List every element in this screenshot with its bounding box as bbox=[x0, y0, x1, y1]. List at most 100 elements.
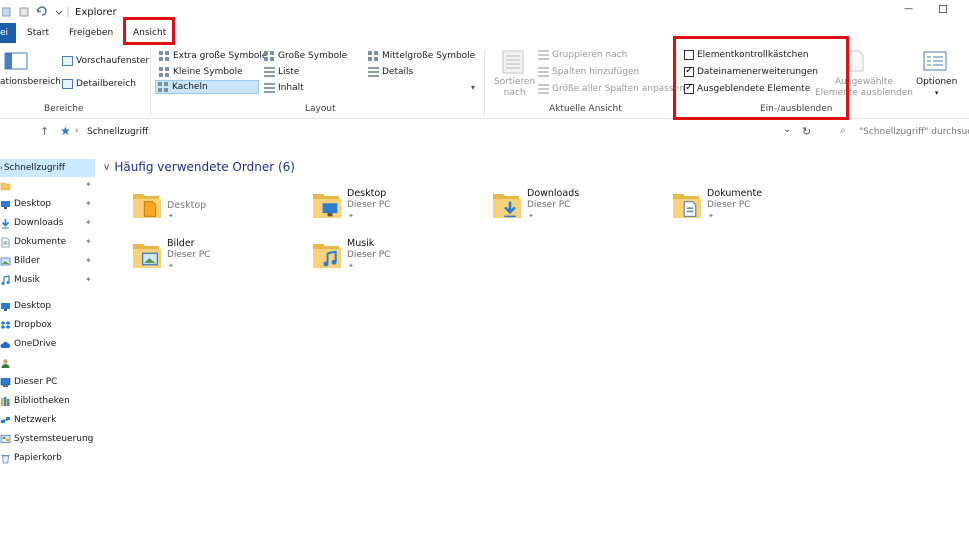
size-columns-icon bbox=[538, 84, 549, 94]
pin-icon: ✦ bbox=[85, 256, 92, 265]
layout-small-icons[interactable]: Kleine Symbole bbox=[159, 67, 243, 77]
folder-name: Downloads bbox=[527, 188, 580, 199]
layout-large-icons[interactable]: Große Symbole bbox=[264, 51, 347, 61]
nav-item-label: Downloads bbox=[14, 218, 64, 228]
content-icon bbox=[264, 83, 275, 93]
nav-item-quick-3[interactable]: Dokumente bbox=[0, 234, 66, 250]
desktop-icon bbox=[321, 200, 339, 218]
folder-location: Desktop bbox=[167, 200, 207, 211]
nav-item-root-3[interactable] bbox=[0, 355, 14, 371]
maximize-icon: ☐ bbox=[938, 3, 948, 16]
nav-item-root-2[interactable]: OneDrive bbox=[0, 336, 56, 352]
highlight-box-view-tab bbox=[123, 17, 175, 45]
folder-location: Dieser PC bbox=[527, 200, 571, 210]
layout-tiles[interactable]: Kacheln bbox=[155, 80, 259, 94]
nav-item-root-8[interactable]: Papierkorb bbox=[0, 450, 62, 466]
folder-tile[interactable]: Bilder Dieser PC ✦ bbox=[132, 238, 307, 282]
nav-root-label: OneDrive bbox=[14, 339, 57, 349]
folder-location: Dieser PC bbox=[707, 200, 751, 210]
layout-list-label: Liste bbox=[278, 67, 300, 77]
folder-location: Dieser PC bbox=[347, 250, 391, 260]
options-button[interactable]: Optionen ▾ bbox=[916, 77, 957, 99]
sort-by-button[interactable]: Sortieren nach bbox=[494, 77, 535, 99]
pin-icon: ✦ bbox=[85, 218, 92, 227]
preview-pane-icon bbox=[62, 56, 73, 66]
section-title: Häufig verwendete Ordner (6) bbox=[114, 160, 295, 174]
add-columns-button[interactable]: Spalten hinzufügen bbox=[538, 67, 639, 77]
pin-icon: ✦ bbox=[348, 212, 354, 220]
tab-file[interactable]: ei bbox=[0, 23, 16, 43]
folder-location: Dieser PC bbox=[347, 200, 391, 210]
layout-list[interactable]: Liste bbox=[264, 67, 299, 77]
folder-tile[interactable]: Desktop ✦ bbox=[132, 188, 307, 232]
layout-details[interactable]: Details bbox=[368, 67, 413, 77]
nav-item-root-6[interactable]: Netzwerk bbox=[0, 412, 56, 428]
medium-icons-icon bbox=[368, 51, 379, 61]
layout-expand-icon[interactable]: ▾ bbox=[471, 83, 475, 92]
nav-item-root-4[interactable]: Dieser PC bbox=[0, 374, 57, 390]
details-pane-label: Detailbereich bbox=[76, 79, 136, 89]
layout-content-label: Inhalt bbox=[278, 83, 304, 93]
quick-access-toolbar bbox=[2, 6, 72, 18]
nav-item-label: Desktop bbox=[14, 199, 52, 209]
nav-item-quick-0[interactable] bbox=[0, 177, 14, 193]
details-icon bbox=[368, 67, 379, 77]
nav-item-root-0[interactable]: Desktop bbox=[0, 298, 51, 314]
navigation-pane-button[interactable]: ationsbereich bbox=[0, 77, 61, 87]
maximize-button[interactable]: ☐ bbox=[932, 3, 960, 20]
address-dropdown-icon[interactable]: ⌄ bbox=[783, 124, 791, 135]
details-pane-button[interactable]: Detailbereich bbox=[62, 79, 136, 89]
layout-tiles-label: Kacheln bbox=[172, 82, 208, 92]
layout-content[interactable]: Inhalt bbox=[264, 83, 304, 93]
nav-item-root-7[interactable]: Systemsteuerung bbox=[0, 431, 93, 447]
refresh-icon[interactable]: ↻ bbox=[802, 125, 811, 138]
tab-start[interactable]: Start bbox=[27, 28, 49, 38]
nav-item-label: Musik bbox=[14, 275, 40, 285]
layout-extra-large-icons[interactable]: Extra große Symbole bbox=[159, 51, 267, 61]
nav-item-label: Bilder bbox=[14, 256, 41, 266]
download-icon bbox=[501, 200, 519, 218]
add-columns-icon bbox=[538, 67, 549, 77]
nav-expand-icon: › bbox=[0, 164, 3, 172]
navigation-pane-icon bbox=[4, 52, 28, 70]
nav-root-label: Desktop bbox=[14, 301, 52, 311]
details-pane-icon bbox=[62, 79, 73, 89]
nav-item-root-5[interactable]: Bibliotheken bbox=[0, 393, 70, 409]
large-icons-icon bbox=[264, 51, 275, 61]
file-icon bbox=[141, 200, 159, 218]
folder-name: Musik bbox=[347, 238, 375, 249]
highlight-box-show-hide bbox=[673, 36, 849, 120]
nav-item-quick-2[interactable]: Downloads bbox=[0, 215, 63, 231]
size-all-columns-label: Größe aller Spalten anpassen bbox=[552, 84, 685, 94]
folder-tile[interactable]: Downloads Dieser PC ✦ bbox=[492, 188, 667, 232]
nav-item-quick-1[interactable]: Desktop bbox=[0, 196, 51, 212]
breadcrumb-location[interactable]: Schnellzugriff bbox=[87, 127, 148, 137]
size-all-columns-button[interactable]: Größe aller Spalten anpassen bbox=[538, 84, 685, 94]
layout-medium-icons[interactable]: Mittelgroße Symbole bbox=[368, 51, 475, 61]
folder-tile[interactable]: Desktop Dieser PC ✦ bbox=[312, 188, 487, 232]
pin-icon: ✦ bbox=[168, 262, 174, 270]
nav-item-root-1[interactable]: Dropbox bbox=[0, 317, 52, 333]
nav-item-quick-access[interactable]: › Schnellzugriff bbox=[0, 160, 65, 176]
pin-icon: ✦ bbox=[348, 262, 354, 270]
desktop-icon bbox=[0, 301, 11, 312]
preview-pane-button[interactable]: Vorschaufenster bbox=[62, 56, 149, 66]
user-icon bbox=[0, 358, 11, 369]
pc-icon bbox=[0, 377, 11, 388]
library-icon bbox=[0, 396, 11, 407]
nav-root-label: Systemsteuerung bbox=[14, 434, 94, 444]
nav-root-label: Papierkorb bbox=[14, 453, 62, 463]
tab-share[interactable]: Freigeben bbox=[69, 28, 113, 38]
section-frequent-folders[interactable]: ∨ Häufig verwendete Ordner (6) bbox=[103, 160, 295, 174]
group-by-button[interactable]: Gruppieren nach bbox=[538, 50, 627, 60]
search-input[interactable]: "Schnellzugriff" durchsuchen bbox=[859, 127, 969, 137]
minimize-button[interactable]: — bbox=[896, 4, 924, 20]
folder-tile[interactable]: Dokumente Dieser PC ✦ bbox=[672, 188, 847, 232]
pin-icon: ✦ bbox=[85, 237, 92, 246]
nav-item-quick-5[interactable]: Musik bbox=[0, 272, 40, 288]
folder-tile[interactable]: Musik Dieser PC ✦ bbox=[312, 238, 487, 282]
network-icon bbox=[0, 415, 11, 426]
nav-item-quick-4[interactable]: Bilder bbox=[0, 253, 40, 269]
up-arrow-icon[interactable]: ↑ bbox=[40, 125, 49, 138]
pin-icon: ✦ bbox=[528, 212, 534, 220]
